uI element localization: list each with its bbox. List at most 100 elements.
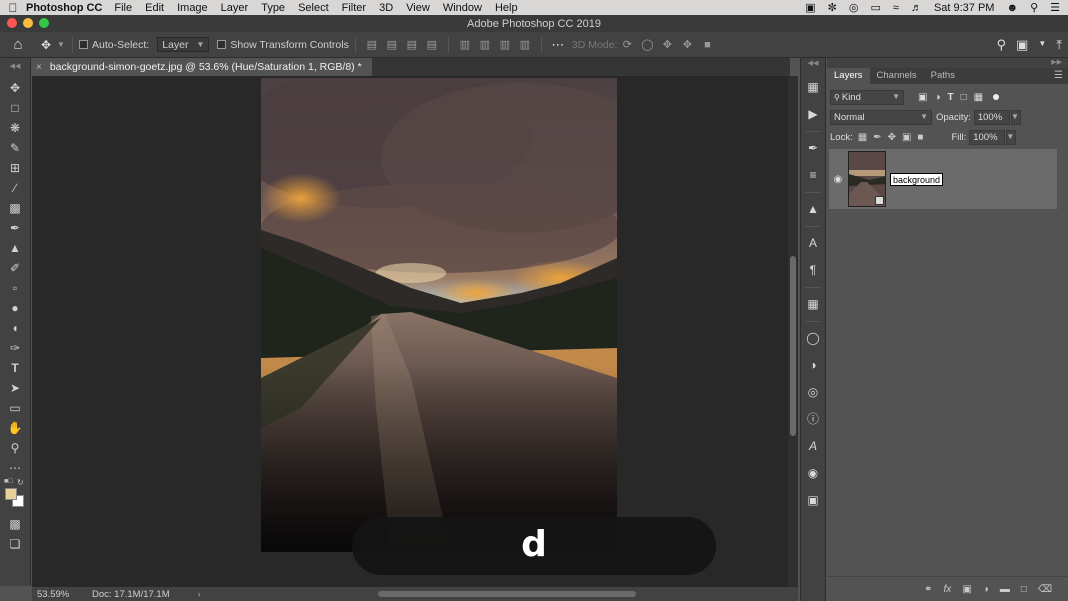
layer-row[interactable]: ◉ background bbox=[829, 149, 1057, 209]
add-mask-icon[interactable]: ▣ bbox=[962, 584, 971, 595]
more-options-icon[interactable]: ⋯ bbox=[548, 37, 568, 53]
align-right-icon[interactable]: ▤ bbox=[402, 38, 422, 51]
history-brush-tool-icon[interactable]: ✐ bbox=[0, 258, 30, 278]
target-icon[interactable]: ◎ bbox=[849, 1, 859, 14]
menu-image[interactable]: Image bbox=[177, 2, 208, 14]
healing-brush-tool-icon[interactable]: ▩ bbox=[0, 198, 30, 218]
align-left-icon[interactable]: ▤ bbox=[362, 38, 382, 51]
lightbulb-icon[interactable]: ◯ bbox=[801, 325, 825, 352]
chevron-down-icon[interactable]: ▼ bbox=[1038, 37, 1046, 53]
cast-icon[interactable]: ▭ bbox=[870, 1, 880, 14]
pan-3d-icon[interactable]: ✥ bbox=[657, 38, 677, 51]
align-top-icon[interactable]: ▥ bbox=[455, 38, 475, 51]
menu-file[interactable]: File bbox=[114, 2, 132, 14]
adjustment-circle-icon[interactable]: ◑ bbox=[801, 352, 825, 379]
close-icon[interactable]: × bbox=[36, 62, 42, 73]
menu-edit[interactable]: Edit bbox=[145, 2, 164, 14]
clock[interactable]: Sat 9:37 PM bbox=[934, 2, 995, 14]
search-icon[interactable]: ⚲ bbox=[997, 37, 1007, 53]
roll-3d-icon[interactable]: ◯ bbox=[637, 38, 657, 51]
swap-colors-icon[interactable]: ↻ bbox=[17, 478, 24, 487]
eye-visibility-icon[interactable]: ◉ bbox=[829, 174, 847, 185]
canvas-vertical-scrollbar[interactable] bbox=[788, 76, 798, 586]
lock-transparent-icon[interactable]: ▦ bbox=[858, 132, 867, 143]
layer-name-input[interactable]: background bbox=[890, 172, 944, 186]
canvas-area[interactable]: d bbox=[32, 76, 788, 586]
move-tool-icon[interactable]: ✥ bbox=[0, 78, 30, 98]
fill-input[interactable]: 100% bbox=[969, 129, 1006, 145]
doc-size-info[interactable]: Doc: 17.1M/17.1M bbox=[92, 589, 170, 600]
tab-paths[interactable]: Paths bbox=[924, 68, 962, 84]
filter-kind-dropdown[interactable]: ⚲ Kind ▼ bbox=[830, 89, 904, 105]
zoom-tool-icon[interactable]: ⚲ bbox=[0, 438, 30, 458]
tab-layers[interactable]: Layers bbox=[827, 68, 870, 84]
screen-mode-icon[interactable]: ❏ bbox=[0, 534, 30, 554]
lock-position-icon[interactable]: ✥ bbox=[888, 132, 896, 143]
libraries-icon[interactable]: ◎ bbox=[801, 379, 825, 406]
paragraph-panel-icon[interactable]: ¶ bbox=[801, 257, 825, 284]
eraser-tool-icon[interactable]: ▫ bbox=[0, 278, 30, 298]
adjustment-filter-icon[interactable]: ◑ bbox=[934, 92, 940, 103]
canvas-horizontal-scrollbar[interactable] bbox=[378, 591, 636, 597]
orbit-3d-icon[interactable]: ⟳ bbox=[617, 38, 637, 51]
hand-tool-icon[interactable]: ✋ bbox=[0, 418, 30, 438]
dodge-tool-icon[interactable]: ◖ bbox=[0, 318, 30, 338]
clone-source-icon[interactable]: ▲ bbox=[801, 196, 825, 223]
menu-help[interactable]: Help bbox=[495, 2, 518, 14]
home-icon[interactable]: ⌂ bbox=[0, 36, 36, 53]
filter-toggle[interactable] bbox=[993, 94, 1000, 100]
history-panel-icon[interactable]: ▦ bbox=[801, 74, 825, 101]
actions-panel-icon[interactable]: ▶ bbox=[801, 101, 825, 128]
distribute-horizontal-icon[interactable]: ▥ bbox=[515, 38, 535, 51]
shape-filter-icon[interactable]: □ bbox=[961, 92, 967, 103]
tab-channels[interactable]: Channels bbox=[870, 68, 924, 84]
lasso-tool-icon[interactable]: ❋ bbox=[0, 118, 30, 138]
layer-style-fx-icon[interactable]: fx bbox=[944, 584, 952, 595]
rectangle-tool-icon[interactable]: ▭ bbox=[0, 398, 30, 418]
foreground-color-swatch[interactable] bbox=[5, 488, 17, 500]
chevron-down-icon[interactable]: ▼ bbox=[56, 40, 66, 49]
menu-filter[interactable]: Filter bbox=[342, 2, 366, 14]
wifi-icon[interactable]: ≈ bbox=[893, 2, 899, 14]
glyphs-icon[interactable]: A bbox=[801, 433, 825, 460]
dock-grip[interactable]: ◀◀ bbox=[801, 58, 825, 74]
type-tool-icon[interactable]: T bbox=[0, 358, 30, 378]
blur-tool-icon[interactable]: ● bbox=[0, 298, 30, 318]
brush-settings-icon[interactable]: ✒ bbox=[801, 135, 825, 162]
default-colors-icon[interactable]: ■□ bbox=[4, 478, 12, 485]
info-icon[interactable]: ⓘ bbox=[801, 406, 825, 433]
type-filter-icon[interactable]: T bbox=[948, 92, 954, 103]
camera-3d-icon[interactable]: ■ bbox=[697, 39, 717, 51]
lock-all-icon[interactable]: ■ bbox=[917, 132, 923, 143]
distribute-vertical-icon[interactable]: ▤ bbox=[422, 38, 442, 51]
path-selection-tool-icon[interactable]: ➤ bbox=[0, 378, 30, 398]
auto-select-target-dropdown[interactable]: Layer ▼ bbox=[157, 37, 210, 52]
close-window-button[interactable] bbox=[7, 18, 17, 28]
new-layer-icon[interactable]: □ bbox=[1021, 584, 1027, 595]
smart-object-filter-icon[interactable]: ▦ bbox=[974, 92, 983, 103]
channels-icon[interactable]: ◉ bbox=[801, 460, 825, 487]
zoom-level[interactable]: 53.59% bbox=[32, 589, 84, 600]
menu-view[interactable]: View bbox=[406, 2, 430, 14]
slide-3d-icon[interactable]: ✥ bbox=[677, 38, 697, 51]
lock-pixels-icon[interactable]: ✒ bbox=[873, 132, 881, 143]
panel-collapse-grip[interactable]: ▶▶ bbox=[827, 58, 1068, 68]
grid-icon[interactable]: ▦ bbox=[801, 291, 825, 318]
marquee-tool-icon[interactable]: □ bbox=[0, 98, 30, 118]
edit-toolbar-icon[interactable]: ⋯ bbox=[0, 458, 30, 478]
link-layers-icon[interactable]: ⚭ bbox=[924, 584, 932, 595]
menu-3d[interactable]: 3D bbox=[379, 2, 393, 14]
opacity-input[interactable]: 100% bbox=[973, 109, 1010, 125]
screen-record-icon[interactable]: ▣ bbox=[805, 1, 815, 14]
pen-tool-icon[interactable]: ✑ bbox=[0, 338, 30, 358]
user-icon[interactable]: ☻ bbox=[1006, 2, 1018, 14]
pixel-filter-icon[interactable]: ▣ bbox=[918, 92, 927, 103]
document-tab[interactable]: × background-simon-goetz.jpg @ 53.6% (Hu… bbox=[32, 58, 372, 76]
crop-tool-icon[interactable]: ⊞ bbox=[0, 158, 30, 178]
adjustments-icon[interactable]: ≡ bbox=[801, 162, 825, 189]
menu-type[interactable]: Type bbox=[261, 2, 285, 14]
document-canvas-image[interactable] bbox=[261, 78, 617, 552]
minimize-window-button[interactable] bbox=[23, 18, 33, 28]
menu-window[interactable]: Window bbox=[443, 2, 482, 14]
notification-center-icon[interactable]: ☰ bbox=[1050, 1, 1060, 14]
